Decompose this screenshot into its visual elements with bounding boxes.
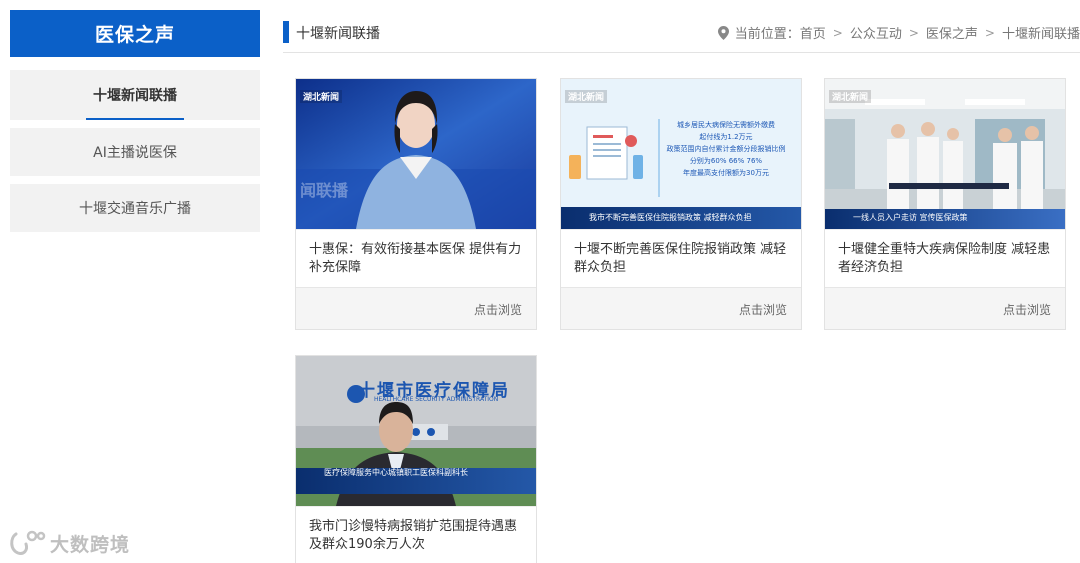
info-line: 城乡居民大病保险无需额外缴费 [677,121,775,129]
view-button[interactable]: 点击浏览 [561,287,801,329]
breadcrumb-separator: > [908,25,919,40]
header-accent-bar [283,21,289,43]
news-thumbnail[interactable]: 十堰市医疗保障局 HEALTHCARE SECURITY ADMINISTRAT… [296,356,536,506]
news-card[interactable]: 十堰市医疗保障局 HEALTHCARE SECURITY ADMINISTRAT… [295,355,537,563]
info-line: 起付线为1.2万元 [699,133,753,141]
sidebar: 医保之声 十堰新闻联播 AI主播说医保 十堰交通音乐广播 [10,10,260,232]
page-title: 十堰新闻联播 [296,26,380,42]
info-line: 年度最高支付限额为30万元 [683,169,769,177]
info-line: 分别为60% 66% 76% [689,157,763,165]
background-text: 闻联播 [300,181,349,200]
news-thumbnail[interactable]: 湖北新闻 一线人员入户走访 宣传医保政策 [825,79,1065,229]
sidebar-item-ai-anchor[interactable]: AI主播说医保 [10,128,260,176]
info-line: 政策范围内自付累计金额分段报销比例 [666,145,786,153]
news-card-title[interactable]: 我市门诊慢特病报销扩范围提待遇惠及群众190余万人次 [296,506,536,563]
sidebar-item-traffic-radio[interactable]: 十堰交通音乐广播 [10,184,260,232]
breadcrumb-current[interactable]: 十堰新闻联播 [1002,23,1080,42]
watermark: 大数跨境 [8,528,130,558]
channel-logo: 湖北新闻 [565,90,608,103]
breadcrumb-public-interaction[interactable]: 公众互动 [850,23,902,42]
news-thumbnail[interactable]: 湖北新闻 城乡居民大病保险无需额外缴费 起付线为1.2万元 政策范围内自付累计金… [561,79,801,229]
video-caption: 我市不断完善医保住院报销政策 减轻群众负担 [589,213,752,222]
sidebar-item-shiyan-news[interactable]: 十堰新闻联播 [10,70,260,120]
view-button[interactable]: 点击浏览 [825,287,1065,329]
sidebar-title: 医保之声 [10,10,260,57]
news-card-title[interactable]: 十惠保：有效衔接基本医保 提供有力补充保障 [296,229,536,287]
video-caption: 一线人员入户走访 宣传医保政策 [853,213,968,222]
breadcrumb: 当前位置： 首页 > 公众互动 > 医保之声 > 十堰新闻联播 [717,23,1080,42]
location-pin-icon [717,25,729,40]
agency-sign-en: HEALTHCARE SECURITY ADMINISTRATION [374,396,499,403]
breadcrumb-home[interactable]: 首页 [800,23,826,42]
channel-logo: 湖北新闻 [300,90,343,103]
infographic-text: 城乡居民大病保险无需额外缴费 起付线为1.2万元 政策范围内自付累计金额分段报销… [653,119,799,179]
news-card[interactable]: 湖北新闻 城乡居民大病保险无需额外缴费 起付线为1.2万元 政策范围内自付累计金… [560,78,802,330]
channel-logo: 湖北新闻 [829,90,872,103]
video-caption: 医疗保障服务中心城镇职工医保科副科长 [324,468,468,477]
content-header: 十堰新闻联播 当前位置： 首页 > 公众互动 > 医保之声 > 十堰新闻联播 [283,19,1080,53]
view-button[interactable]: 点击浏览 [296,287,536,329]
news-card[interactable]: 湖北新闻 一线人员入户走访 宣传医保政策 十堰健全重特大疾病保险制度 减轻患者经… [824,78,1066,330]
breadcrumb-prefix: 当前位置： [734,27,800,42]
breadcrumb-voice[interactable]: 医保之声 [926,23,978,42]
news-card-title[interactable]: 十堰不断完善医保住院报销政策 减轻群众负担 [561,229,801,287]
breadcrumb-separator: > [984,25,995,40]
news-thumbnail[interactable]: 湖北新闻 闻联播 [296,79,536,229]
watermark-logo-icon [10,530,46,555]
news-card-title[interactable]: 十堰健全重特大疾病保险制度 减轻患者经济负担 [825,229,1065,287]
news-card[interactable]: 湖北新闻 闻联播 十惠保：有效衔接基本医保 提供有力补充保障 点击浏览 [295,78,537,330]
page: 医保之声 十堰新闻联播 AI主播说医保 十堰交通音乐广播 十堰新闻联播 当前位置… [0,0,1080,563]
watermark-text: 大数跨境 [50,533,131,556]
breadcrumb-separator: > [832,25,843,40]
